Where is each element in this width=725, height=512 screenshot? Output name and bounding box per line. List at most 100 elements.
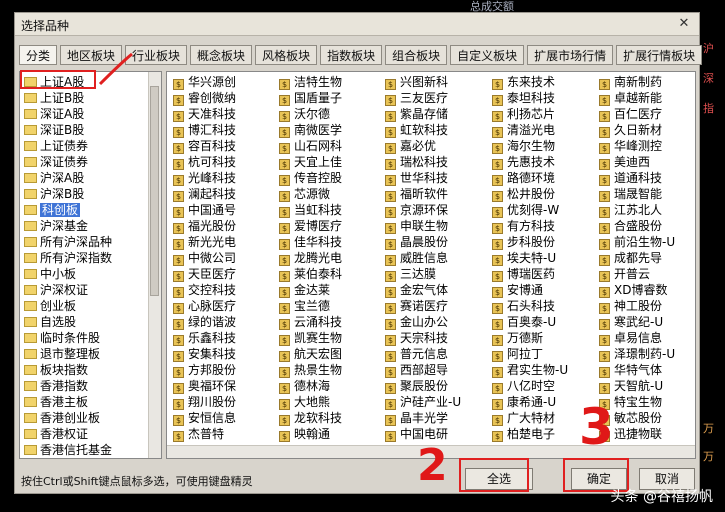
stock-item[interactable]: $ 百仁医疗 <box>599 106 662 123</box>
stock-item[interactable]: $ 心脉医疗 <box>173 298 236 315</box>
stock-item[interactable]: $ 威胜信息 <box>385 250 448 267</box>
close-icon[interactable]: ✕ <box>673 15 695 32</box>
stock-item[interactable]: $ 东来技术 <box>492 74 555 91</box>
stock-item[interactable]: $ 道通科技 <box>599 170 662 187</box>
stock-item[interactable]: $ 翔川股份 <box>173 394 236 411</box>
stock-item[interactable]: $ 映翰通 <box>279 426 330 443</box>
stock-item[interactable]: $ 天准科技 <box>173 106 236 123</box>
stock-item[interactable]: $ 君实生物-U <box>492 362 568 379</box>
stock-item[interactable]: $ 金达莱 <box>279 282 330 299</box>
stock-item[interactable]: $ 莱伯泰科 <box>279 266 342 283</box>
stock-item[interactable]: $ 聚辰股份 <box>385 378 448 395</box>
category-item[interactable]: 香港主板 <box>24 394 88 411</box>
stock-item[interactable]: $ 洁特生物 <box>279 74 342 91</box>
stock-item[interactable]: $ 世华科技 <box>385 170 448 187</box>
stock-item[interactable]: $ 天宜上佳 <box>279 154 342 171</box>
stock-item[interactable]: $ 晶丰光学 <box>385 410 448 427</box>
stock-item[interactable]: $ 三友医疗 <box>385 90 448 107</box>
stock-item[interactable]: $ 大地熊 <box>279 394 330 411</box>
tab-0[interactable]: 分类 <box>19 45 58 65</box>
dialog-titlebar[interactable]: 选择品种 ✕ <box>15 13 699 36</box>
stock-item[interactable]: $ 利扬芯片 <box>492 106 555 123</box>
tab-7[interactable]: 自定义板块 <box>450 45 525 65</box>
stock-item[interactable]: $ 云涌科技 <box>279 314 342 331</box>
stock-item[interactable]: $ 卓越新能 <box>599 90 662 107</box>
stock-item[interactable]: $ 交控科技 <box>173 282 236 299</box>
stock-item[interactable]: $ 江苏北人 <box>599 202 662 219</box>
stock-item[interactable]: $ 合盛股份 <box>599 218 662 235</box>
stock-item[interactable]: $ 卓易信息 <box>599 330 662 347</box>
stock-item[interactable]: $ 德林海 <box>279 378 330 395</box>
stock-item[interactable]: $ XD博睿数 <box>599 282 667 299</box>
scrollbar-thumb[interactable] <box>150 86 159 296</box>
category-item[interactable]: 香港指数 <box>24 378 88 395</box>
stock-item[interactable]: $ 沪硅产业-U <box>385 394 461 411</box>
stock-item[interactable]: $ 澜起科技 <box>173 186 236 203</box>
stock-item[interactable]: $ 博瑞医药 <box>492 266 555 283</box>
stock-item[interactable]: $ 宝兰德 <box>279 298 330 315</box>
select-all-button[interactable]: 全选 <box>465 468 533 490</box>
stock-item[interactable]: $ 方邦股份 <box>173 362 236 379</box>
stock-item[interactable]: $ 普元信息 <box>385 346 448 363</box>
category-item[interactable]: 自选股 <box>24 314 76 331</box>
stock-item[interactable]: $ 石头科技 <box>492 298 555 315</box>
tab-8[interactable]: 扩展市场行情 <box>527 45 614 65</box>
stock-item[interactable]: $ 安集科技 <box>173 346 236 363</box>
category-item[interactable]: 香港权证 <box>24 426 88 443</box>
stock-item[interactable]: $ 华兴源创 <box>173 74 236 91</box>
category-item[interactable]: 沪深A股 <box>24 170 84 187</box>
category-item[interactable]: 退市整理板 <box>24 346 100 363</box>
stock-item[interactable]: $ 清溢光电 <box>492 122 555 139</box>
stock-item[interactable]: $ 晶晨股份 <box>385 234 448 251</box>
category-item[interactable]: 板块指数 <box>24 362 88 379</box>
stock-item[interactable]: $ 传音控股 <box>279 170 342 187</box>
stock-item[interactable]: $ 佳华科技 <box>279 234 342 251</box>
stock-item[interactable]: $ 前沿生物-U <box>599 234 675 251</box>
stock-item[interactable]: $ 万德斯 <box>492 330 543 347</box>
stock-item[interactable]: $ 热景生物 <box>279 362 342 379</box>
stock-item[interactable]: $ 海尔生物 <box>492 138 555 155</box>
stock-item[interactable]: $ 康希通-U <box>492 394 556 411</box>
stock-item[interactable]: $ 芯源微 <box>279 186 330 203</box>
stock-item[interactable]: $ 华特气体 <box>599 362 662 379</box>
stock-item[interactable]: $ 松井股份 <box>492 186 555 203</box>
stock-item[interactable]: $ 安博通 <box>492 282 543 299</box>
category-item[interactable]: 深证债券 <box>24 154 88 171</box>
stock-item[interactable]: $ 寒武纪-U <box>599 314 663 331</box>
stock-item[interactable]: $ 三达膜 <box>385 266 436 283</box>
stock-item[interactable]: $ 天智航-U <box>599 378 663 395</box>
stock-item[interactable]: $ 爱博医疗 <box>279 218 342 235</box>
stock-item[interactable]: $ 乐鑫科技 <box>173 330 236 347</box>
tab-6[interactable]: 组合板块 <box>385 45 448 65</box>
stock-item[interactable]: $ 容百科技 <box>173 138 236 155</box>
stock-item[interactable]: $ 当虹科技 <box>279 202 342 219</box>
category-item[interactable]: 香港信托基金 <box>24 442 112 458</box>
stock-item[interactable]: $ 虹软科技 <box>385 122 448 139</box>
tab-5[interactable]: 指数板块 <box>320 45 383 65</box>
category-item[interactable]: 深证B股 <box>24 122 84 139</box>
stock-item[interactable]: $ 有方科技 <box>492 218 555 235</box>
stock-item[interactable]: $ 龙腾光电 <box>279 250 342 267</box>
category-item[interactable]: 上证B股 <box>24 90 84 107</box>
category-item[interactable]: 沪深B股 <box>24 186 84 203</box>
stock-item[interactable]: $ 广大特材 <box>492 410 555 427</box>
stock-item[interactable]: $ 奥福环保 <box>173 378 236 395</box>
stock-item[interactable]: $ 华峰测控 <box>599 138 662 155</box>
stock-item[interactable]: $ 成都先导 <box>599 250 662 267</box>
stock-item[interactable]: $ 福光股份 <box>173 218 236 235</box>
stock-item[interactable]: $ 京源环保 <box>385 202 448 219</box>
category-item[interactable]: 临时条件股 <box>24 330 100 347</box>
stock-item[interactable]: $ 瑞松科技 <box>385 154 448 171</box>
stock-item[interactable]: $ 开普云 <box>599 266 650 283</box>
category-item[interactable]: 创业板 <box>24 298 76 315</box>
stock-item[interactable]: $ 申联生物 <box>385 218 448 235</box>
category-item[interactable]: 科创板 <box>24 202 81 219</box>
stock-item[interactable]: $ 泽璟制药-U <box>599 346 675 363</box>
category-item[interactable]: 所有沪深指数 <box>24 250 112 267</box>
stock-item[interactable]: $ 南微医学 <box>279 122 342 139</box>
category-item[interactable]: 所有沪深品种 <box>24 234 112 251</box>
stock-item[interactable]: $ 阿拉丁 <box>492 346 543 363</box>
stock-item[interactable]: $ 百奥泰-U <box>492 314 556 331</box>
stock-item[interactable]: $ 步科股份 <box>492 234 555 251</box>
stock-item[interactable]: $ 先惠技术 <box>492 154 555 171</box>
